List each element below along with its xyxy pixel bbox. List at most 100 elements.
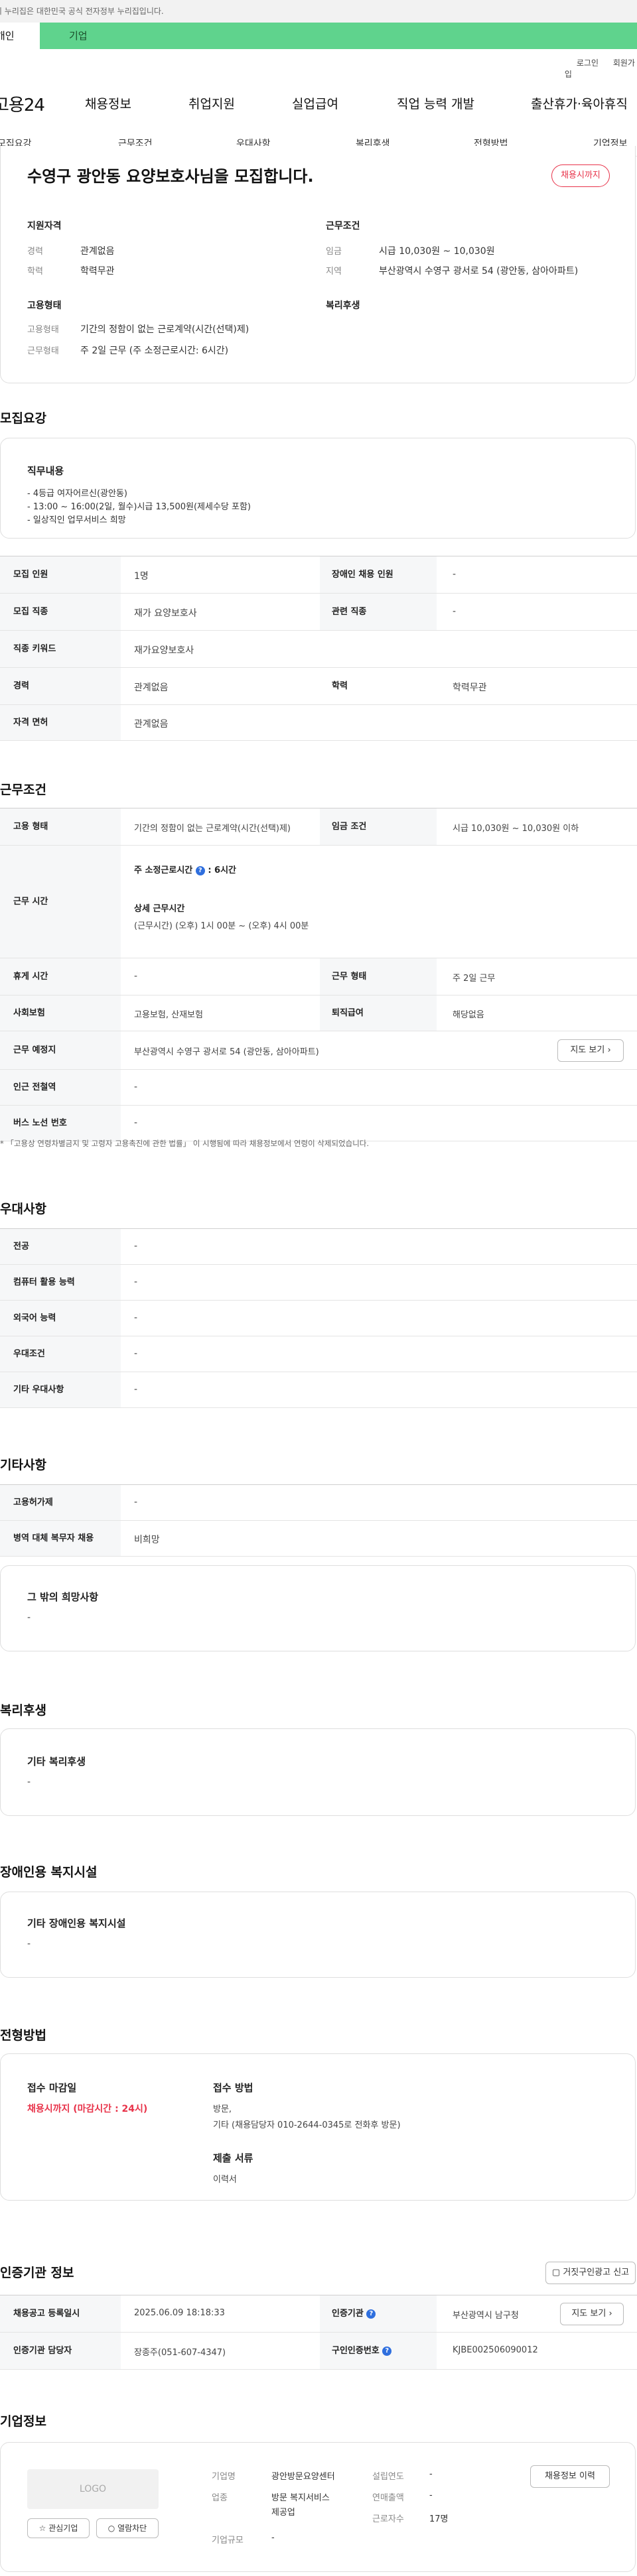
signup-link[interactable]: 회원가입 xyxy=(565,58,635,79)
map-view-button[interactable]: 지도 보기 › xyxy=(557,1039,624,1062)
document-icon: ▢ xyxy=(551,2268,561,2278)
cond-value: 부산광역시 수영구 광서로 54 (광안동, 삼아아파트) xyxy=(379,266,579,277)
table-cell: 해당없음 xyxy=(453,1010,484,1020)
company-value: - xyxy=(271,2533,275,2543)
table-row: 모집 직종 재가 요양보호사 관련 직종 - xyxy=(0,594,637,631)
cond-label: 임금 xyxy=(326,247,342,257)
map-view-button[interactable]: 지도 보기 › xyxy=(560,2303,624,2325)
gnb-parental-leave[interactable]: 출산휴가·육아휴직 xyxy=(531,94,628,112)
gnb-unemployment-benefit[interactable]: 실업급여 xyxy=(292,94,338,112)
emp-label: 고용형태 xyxy=(27,325,59,335)
table-header: 근무 예정지 xyxy=(0,1031,121,1069)
table-row: 모집 인원 1명 장애인 채용 인원 - xyxy=(0,556,637,594)
table-row: 외국어 능력 - xyxy=(0,1301,637,1336)
table-header: 휴게 시간 xyxy=(0,958,121,995)
table-row: 자격 면허 관계없음 xyxy=(0,705,637,741)
method-line: 기타 (채용담당자 010-2644-0345로 전화후 방문) xyxy=(213,2120,401,2130)
table-header: 기타 우대사항 xyxy=(0,1372,121,1407)
company-label: 근로자수 xyxy=(372,2514,404,2524)
table-header: 근무 시간 xyxy=(0,846,121,958)
method-title: 접수 방법 xyxy=(213,2082,253,2094)
table-cell: - xyxy=(134,1082,138,1092)
tab-personal[interactable]: 개인 xyxy=(0,23,40,49)
table-cell: - xyxy=(134,971,138,982)
company-card: LOGO ☆ 관심기업 ○ 열람차단 기업명 광안방문요양센터 업종 방문 복지… xyxy=(0,2442,636,2572)
weekly-hours-label: 주 소정근로시간 ? : 6시간 xyxy=(134,866,237,875)
table-cell: 관계없음 xyxy=(134,719,169,730)
duty-heading: 직무내용 xyxy=(27,465,64,477)
qual-label: 학력 xyxy=(27,267,43,277)
gnb-employment-support[interactable]: 취업지원 xyxy=(188,94,235,112)
table-cell: 부산광역시 수영구 광서로 54 (광안동, 삼아아파트) xyxy=(134,1047,319,1057)
table-cell: - xyxy=(134,1384,138,1395)
job-title: 수영구 광안동 요양보호사님을 모집합니다. xyxy=(27,167,314,186)
section-title-work: 근무조건 xyxy=(0,783,46,797)
table-row: 경력 관계없음 학력 학력무관 xyxy=(0,668,637,705)
section-title-etc: 기타사항 xyxy=(0,1458,46,1472)
table-cell: - xyxy=(134,1348,138,1359)
favorite-company-button[interactable]: ☆ 관심기업 xyxy=(27,2518,90,2538)
docs-title: 제출 서류 xyxy=(213,2152,253,2164)
table-row: 근무 시간 주 소정근로시간 ? : 6시간 상세 근무시간 (근무시간) (오… xyxy=(0,846,637,958)
site-logo[interactable]: 고용24 xyxy=(0,92,45,116)
table-header: 임금 조건 xyxy=(320,808,437,845)
company-value: - xyxy=(429,2490,433,2500)
table-cell: - xyxy=(134,1118,138,1128)
table-row: 기타 우대사항 - xyxy=(0,1372,637,1408)
info-icon[interactable]: ? xyxy=(382,2346,392,2356)
cert-table: 채용공고 등록일시 2025.06.09 18:18:33 인증기관 ? 부산광… xyxy=(0,2295,637,2370)
disabled-facility-card: 기타 장애인용 복지시설 - xyxy=(0,1892,636,1978)
tab-business[interactable]: 기업 xyxy=(69,23,88,49)
table-cell: 기간의 정함이 없는 근로계약(시간(선택)제) xyxy=(134,824,291,834)
table-cell: 비희망 xyxy=(134,1535,160,1545)
table-cell: - xyxy=(453,569,457,580)
table-row: 인근 전철역 - xyxy=(0,1070,637,1106)
global-nav: 고용24 채용정보 취업지원 실업급여 직업 능력 개발 출산휴가·육아휴직 xyxy=(0,92,637,116)
table-row: 직종 키워드 재가요양보호사 xyxy=(0,631,637,668)
circle-icon: ○ xyxy=(107,2524,115,2533)
emp-value: 주 2일 근무 (주 소정근로시간: 6시간) xyxy=(80,346,229,356)
report-fake-ad-button[interactable]: ▢ 거짓구인광고 신고 xyxy=(545,2262,636,2284)
utility-links: 로그인 회원가입 xyxy=(565,57,637,80)
preference-table: 전공 - 컴퓨터 활용 능력 - 외국어 능력 - 우대조건 - 기타 우대사항 - xyxy=(0,1228,637,1408)
cond-label: 지역 xyxy=(326,267,342,277)
disabled-facility-title: 기타 장애인용 복지시설 xyxy=(27,1917,126,1929)
table-header: 인증기관 담당자 xyxy=(0,2333,121,2369)
table-header: 학력 xyxy=(320,668,437,704)
block-view-button[interactable]: ○ 열람차단 xyxy=(96,2518,159,2538)
table-header: 경력 xyxy=(0,668,121,704)
method-line: 방문, xyxy=(213,2104,232,2114)
gnb-jobs[interactable]: 채용정보 xyxy=(85,94,131,112)
login-link[interactable]: 로그인 xyxy=(577,58,599,68)
table-header: 고용허가제 xyxy=(0,1485,121,1520)
info-icon[interactable]: ? xyxy=(195,866,205,875)
table-cell: 재가요양보호사 xyxy=(134,645,194,656)
welfare-card-value: - xyxy=(27,1777,31,1787)
company-label: 연매출액 xyxy=(372,2493,404,2503)
company-value: 방문 복지서비스 xyxy=(271,2493,330,2503)
disabled-facility-value: - xyxy=(27,1939,31,1949)
docs-value: 이력서 xyxy=(213,2175,237,2185)
table-header: 퇴직급여 xyxy=(320,996,437,1031)
gov-notice-text: 이 누리집은 대한민국 공식 전자정부 누리집입니다. xyxy=(0,7,164,16)
table-row: 병역 대체 복무자 채용 비희망 xyxy=(0,1521,637,1557)
qual-value: 학력무관 xyxy=(80,266,115,277)
table-row: 고용 형태 기간의 정함이 없는 근로계약(시간(선택)제) 임금 조건 시급 … xyxy=(0,808,637,846)
table-row: 근무 예정지 부산광역시 수영구 광서로 54 (광안동, 삼아아파트) 지도 … xyxy=(0,1031,637,1070)
hiring-history-button[interactable]: 채용정보 이력 xyxy=(530,2465,610,2488)
info-icon[interactable]: ? xyxy=(366,2309,376,2319)
table-header: 인근 전철역 xyxy=(0,1070,121,1105)
table-header: 인증기관 ? xyxy=(320,2295,437,2332)
gnb-vocational-training[interactable]: 직업 능력 개발 xyxy=(397,94,474,112)
table-cell: 고용보험, 산재보험 xyxy=(134,1010,203,1020)
chevron-right-icon: › xyxy=(608,2309,612,2319)
table-header: 컴퓨터 활용 능력 xyxy=(0,1265,121,1300)
section-title-cert: 인증기관 정보 xyxy=(0,2266,74,2280)
section-title-welfare: 복리후생 xyxy=(0,1703,46,1718)
table-row: 전공 - xyxy=(0,1229,637,1265)
section-title-selection: 전형방법 xyxy=(0,2028,46,2043)
qual-heading: 지원자격 xyxy=(27,221,62,231)
table-header: 근무 형태 xyxy=(320,958,437,995)
other-wishes-card: 그 밖의 희망사항 - xyxy=(0,1565,636,1651)
deadline-title: 접수 마감일 xyxy=(27,2082,77,2094)
